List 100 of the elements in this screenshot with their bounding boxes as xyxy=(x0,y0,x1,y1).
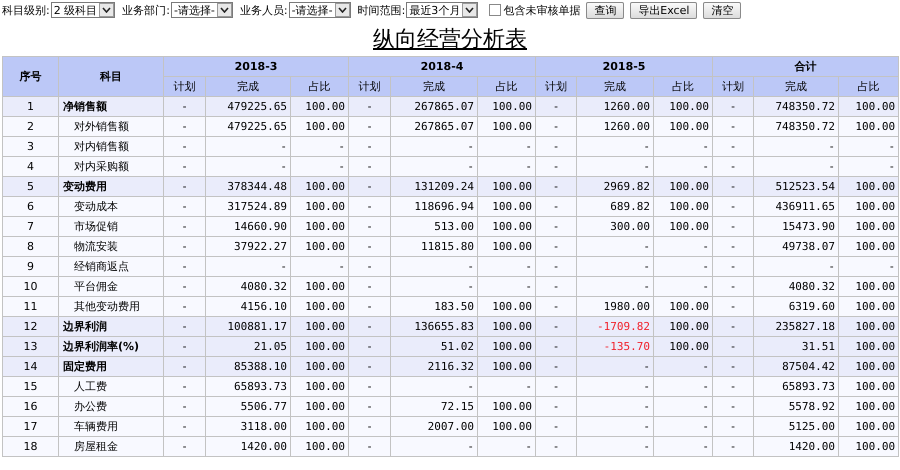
filter-label: 科目级别: xyxy=(2,2,50,18)
table-cell: - xyxy=(348,436,391,456)
report-title: 纵向经营分析表 xyxy=(373,27,527,52)
table-cell: 1260.00 xyxy=(576,116,654,136)
table-cell: 31.51 xyxy=(754,336,839,356)
table-cell: - xyxy=(290,256,349,276)
table-cell: 市场促销 xyxy=(58,216,164,236)
table-cell: 8 xyxy=(2,236,58,256)
table-cell: - xyxy=(576,276,654,296)
filter-label: 时间范围: xyxy=(358,2,406,18)
table-cell: 100.00 xyxy=(838,336,899,356)
table-cell: -1709.82 xyxy=(576,316,654,336)
table-cell: 100.00 xyxy=(654,176,713,196)
table-cell: - xyxy=(164,256,206,276)
table-cell: - xyxy=(576,416,654,436)
table-cell: 51.02 xyxy=(390,336,478,356)
table-cell: 100.00 xyxy=(478,236,536,256)
table-cell: 100.00 xyxy=(478,176,536,196)
table-cell: 513.00 xyxy=(390,216,478,236)
column-header: 完成 xyxy=(576,76,654,96)
column-header: 计划 xyxy=(712,76,754,96)
table-cell: 131209.24 xyxy=(390,176,478,196)
table-cell: 15 xyxy=(2,376,58,396)
table-cell: - xyxy=(290,136,349,156)
table-cell: 100.00 xyxy=(838,396,899,416)
table-cell: - xyxy=(478,436,536,456)
table-cell: 房屋租金 xyxy=(58,436,164,456)
table-cell: 100.00 xyxy=(654,96,713,116)
table-cell: 100.00 xyxy=(478,96,536,116)
table-cell: - xyxy=(478,256,536,276)
table-cell: 4080.32 xyxy=(206,276,290,296)
table-cell: 经销商返点 xyxy=(58,256,164,276)
column-header: 科目 xyxy=(58,56,164,96)
table-cell: - xyxy=(712,276,754,296)
table-cell: 100.00 xyxy=(478,416,536,436)
column-header: 计划 xyxy=(348,76,391,96)
table-cell: - xyxy=(536,216,577,236)
table-cell: - xyxy=(536,416,577,436)
table-cell: - xyxy=(576,136,654,156)
checkbox-label: 包含未审核单据 xyxy=(503,2,580,18)
table-cell: 72.15 xyxy=(390,396,478,416)
column-header: 计划 xyxy=(536,76,577,96)
table-cell: 2116.32 xyxy=(390,356,478,376)
table-cell: - xyxy=(164,436,206,456)
dropdown[interactable]: -请选择- xyxy=(170,2,233,18)
table-cell: 37922.27 xyxy=(206,236,290,256)
table-cell: 100.00 xyxy=(838,376,899,396)
table-cell: 变动成本 xyxy=(58,196,164,216)
table-cell: 748350.72 xyxy=(754,116,839,136)
table-cell: - xyxy=(348,316,391,336)
table-cell: 其他变动费用 xyxy=(58,296,164,316)
column-header: 完成 xyxy=(390,76,478,96)
column-header: 完成 xyxy=(206,76,290,96)
table-cell: - xyxy=(348,96,391,116)
table-cell: - xyxy=(390,256,478,276)
table-cell: - xyxy=(712,116,754,136)
column-header: 合计 xyxy=(712,56,899,76)
checkbox[interactable] xyxy=(489,4,502,16)
table-cell: 14660.90 xyxy=(206,216,290,236)
table-cell: 100.00 xyxy=(838,436,899,456)
table-cell: 100.00 xyxy=(838,276,899,296)
table-cell: - xyxy=(536,176,577,196)
table-cell: - xyxy=(536,336,577,356)
table-cell: - xyxy=(164,416,206,436)
table-cell: 100.00 xyxy=(838,236,899,256)
table-cell: - xyxy=(206,136,290,156)
action-button[interactable]: 清空 xyxy=(703,2,742,18)
table-cell: 183.50 xyxy=(390,296,478,316)
table-cell: - xyxy=(348,376,391,396)
table-cell: - xyxy=(348,156,391,176)
table-cell: 49738.07 xyxy=(754,236,839,256)
table-cell: 100.00 xyxy=(290,216,349,236)
table-cell: - xyxy=(536,136,577,156)
table-cell: - xyxy=(712,416,754,436)
table-cell: 100.00 xyxy=(838,296,899,316)
table-cell: - xyxy=(654,376,713,396)
column-header: 占比 xyxy=(290,76,349,96)
caret-icon xyxy=(220,7,229,13)
table-cell: 16 xyxy=(2,396,58,416)
table-cell: 689.82 xyxy=(576,196,654,216)
table-cell: 7 xyxy=(2,216,58,236)
table-cell: - xyxy=(536,296,577,316)
dropdown[interactable]: 最近3个月 xyxy=(406,2,478,18)
table-cell: - xyxy=(654,236,713,256)
table-cell: - xyxy=(290,156,349,176)
table-cell: - xyxy=(576,356,654,376)
table-cell: - xyxy=(654,436,713,456)
table-cell: - xyxy=(348,236,391,256)
table-cell: 65893.73 xyxy=(206,376,290,396)
dropdown[interactable]: 2 级科目 xyxy=(50,2,116,18)
dropdown[interactable]: -请选择- xyxy=(288,2,351,18)
action-button[interactable]: 导出Excel xyxy=(630,2,698,18)
table-cell: 3 xyxy=(2,136,58,156)
table-cell: 479225.65 xyxy=(206,96,290,116)
column-header: 2018-4 xyxy=(348,56,536,76)
table-cell: 100.00 xyxy=(478,316,536,336)
table-cell: - xyxy=(164,396,206,416)
action-button[interactable]: 查询 xyxy=(586,2,624,18)
table-cell: 办公费 xyxy=(58,396,164,416)
table-cell: - xyxy=(576,376,654,396)
